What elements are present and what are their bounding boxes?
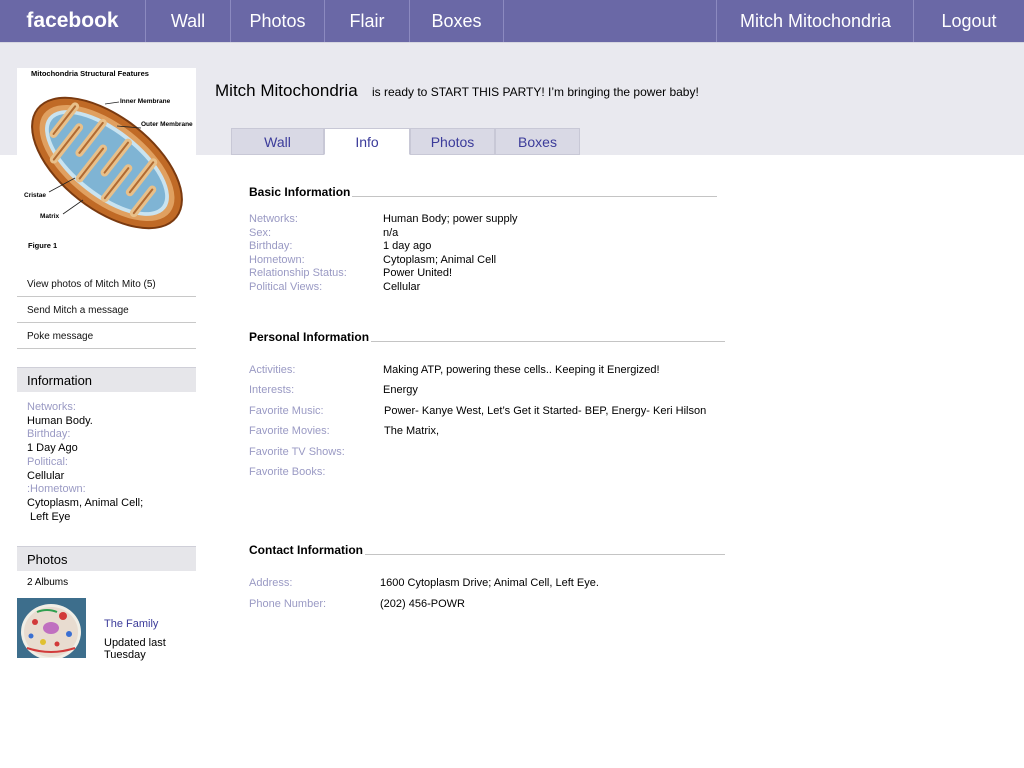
top-nav-bar: facebook Wall Photos Flair Boxes Mitch M…	[0, 0, 1024, 42]
field-value: Human Body; power supply	[383, 213, 518, 225]
field-label: Relationship Status:	[249, 267, 347, 279]
info-label: Political:	[27, 455, 68, 468]
info-value: 1 Day Ago	[27, 442, 78, 455]
nav-boxes[interactable]: Boxes	[410, 0, 504, 42]
tab-info[interactable]: Info	[324, 128, 410, 155]
sidebar-info-list: Networks: Human Body. Birthday: 1 Day Ag…	[27, 401, 143, 524]
field-label: Interests:	[249, 384, 295, 396]
tab-photos[interactable]: Photos	[410, 128, 495, 155]
sidebar-information-heading: Information	[17, 367, 196, 392]
field-label: Birthday:	[249, 240, 293, 252]
nav-user-name[interactable]: Mitch Mitochondria	[716, 0, 914, 42]
info-value: Cytoplasm, Animal Cell;	[27, 496, 144, 509]
tab-boxes[interactable]: Boxes	[495, 128, 580, 155]
tab-wall[interactable]: Wall	[231, 128, 324, 155]
label-inner-membrane: Inner Membrane	[120, 98, 171, 105]
field-label: Favorite Music:	[249, 405, 324, 417]
field-label: Favorite Movies:	[249, 425, 330, 437]
field-value: (202) 456-POWR	[380, 598, 465, 610]
send-message-link[interactable]: Send Mitch a message	[17, 298, 196, 323]
field-label: Favorite TV Shows:	[249, 446, 345, 458]
info-value: Left Eye	[27, 510, 71, 523]
field-label: Hometown:	[249, 254, 305, 266]
field-label: Activities:	[249, 364, 296, 376]
field-value: Cellular	[383, 281, 421, 293]
albums-count: 2 Albums	[27, 577, 69, 588]
field-label: Address:	[249, 577, 293, 589]
field-value: Energy	[383, 384, 418, 396]
info-label: :Hometown:	[27, 483, 86, 496]
profile-status: is ready to START THIS PARTY! I’m bringi…	[372, 85, 699, 99]
field-value: The Matrix,	[384, 425, 440, 437]
field-label: Networks:	[249, 213, 298, 225]
label-matrix: Matrix	[40, 213, 60, 220]
field-value: n/a	[383, 227, 399, 239]
field-value: 1 day ago	[383, 240, 432, 252]
nav-wall[interactable]: Wall	[146, 0, 231, 42]
nav-photos[interactable]: Photos	[231, 0, 325, 42]
info-label: Networks:	[27, 401, 76, 413]
label-outer-membrane: Outer Membrane	[141, 121, 193, 128]
info-value: Human Body.	[27, 414, 93, 427]
field-value: Power- Kanye West, Let’s Get it Started-…	[384, 405, 707, 417]
field-value: Power United!	[383, 267, 453, 279]
sidebar-photos-heading: Photos	[17, 546, 196, 571]
album-title-link[interactable]: The Family	[104, 618, 158, 630]
view-photos-link[interactable]: View photos of Mitch Mito (5)	[17, 272, 196, 297]
field-label: Sex:	[249, 227, 272, 239]
info-value: Cellular	[27, 469, 65, 482]
cell-model-image	[17, 598, 86, 660]
field-label: Favorite Books:	[249, 466, 326, 478]
facebook-logo[interactable]: facebook	[0, 0, 146, 42]
personal-info-title: Personal Information	[249, 330, 372, 344]
field-value: Making ATP, powering these cells.. Keepi…	[383, 364, 660, 376]
figure-caption: Figure 1	[28, 241, 57, 250]
field-label: Political Views:	[249, 281, 323, 293]
logout-button[interactable]: Logout	[913, 0, 1024, 42]
album-cover-image[interactable]	[17, 598, 86, 660]
field-value: Cytoplasm; Animal Cell	[383, 254, 497, 266]
profile-name: Mitch Mitochondria	[215, 81, 358, 100]
poke-link[interactable]: Poke message	[17, 324, 196, 349]
album-updated-text: Updated last Tuesday	[104, 637, 166, 661]
info-label: Birthday:	[27, 428, 71, 441]
contact-info-title: Contact Information	[249, 543, 365, 557]
mitochondria-diagram: Mitochondria Structural Features Inner M…	[24, 69, 193, 250]
field-value: 1600 Cytoplasm Drive; Animal Cell, Left …	[380, 577, 599, 589]
basic-info-title: Basic Information	[249, 185, 353, 199]
profile-picture[interactable]: Mitochondria Structural Features Inner M…	[17, 68, 196, 256]
diagram-title: Mitochondria Structural Features	[31, 69, 149, 78]
nav-flair[interactable]: Flair	[325, 0, 410, 42]
label-cristae: Cristae	[24, 192, 46, 199]
field-label: Phone Number:	[249, 598, 327, 610]
